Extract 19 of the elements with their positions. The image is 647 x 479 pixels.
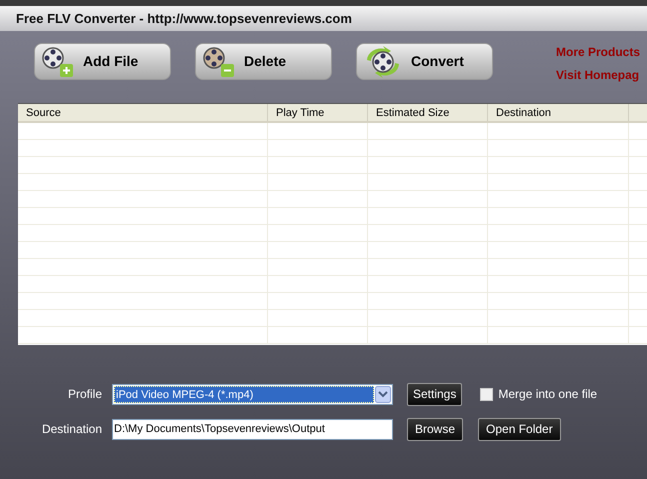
profile-dropdown[interactable]: iPod Video MPEG-4 (*.mp4) — [112, 384, 393, 404]
film-reel-minus-icon — [202, 46, 236, 78]
merge-label: Merge into one file — [498, 386, 598, 403]
destination-field[interactable]: D:\My Documents\Topsevenreviews\Output — [112, 418, 393, 440]
column-header[interactable]: Play Time — [268, 104, 368, 121]
destination-label: Destination — [40, 421, 102, 438]
column-header[interactable]: Estimated Size — [368, 104, 488, 121]
settings-button[interactable]: Settings — [407, 382, 462, 406]
merge-checkbox[interactable] — [480, 388, 494, 400]
action-button[interactable]: Open Folder — [478, 418, 561, 440]
film-reel-plus-icon — [41, 46, 75, 78]
action-button[interactable]: Browse — [407, 418, 464, 440]
column-header[interactable]: Source — [18, 104, 268, 121]
toolbar-button[interactable]: Delete — [195, 43, 332, 80]
window-title: Free FLV Converter - http://www.topsevenreviews.com — [16, 10, 352, 28]
toolbar-button[interactable]: Convert — [356, 43, 493, 80]
profile-label: Profile — [66, 386, 102, 403]
column-header[interactable]: Destination — [488, 104, 629, 121]
toolbar-button[interactable]: Add File — [34, 43, 171, 80]
